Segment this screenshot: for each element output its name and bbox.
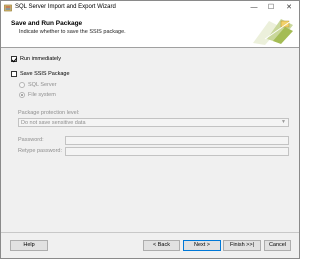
save-ssis-package-label: Save SSIS Package	[20, 71, 70, 77]
file-system-radio[interactable]	[19, 92, 25, 98]
sql-server-app-icon	[4, 4, 12, 12]
title-bar: SQL Server Import and Export Wizard — ☐ …	[1, 1, 299, 15]
save-ssis-package-checkbox[interactable]	[11, 71, 17, 77]
next-button[interactable]: Next >	[183, 240, 221, 251]
page-subtitle: Indicate whether to save the SSIS packag…	[19, 29, 126, 35]
sql-server-label: SQL Server	[28, 82, 57, 88]
minimize-button[interactable]: —	[246, 1, 262, 15]
maximize-button[interactable]: ☐	[263, 1, 279, 15]
window-title: SQL Server Import and Export Wizard	[15, 4, 116, 10]
back-button[interactable]: < Back	[143, 240, 180, 251]
password-label: Password:	[18, 137, 44, 143]
finish-button[interactable]: Finish >>|	[223, 240, 261, 251]
protection-level-dropdown[interactable]: Do not save sensitive data ▼	[18, 118, 289, 127]
protection-level-label: Package protection level:	[18, 110, 80, 116]
help-button[interactable]: Help	[10, 240, 48, 251]
chevron-down-icon: ▼	[281, 119, 286, 125]
close-button[interactable]: ✕	[281, 1, 297, 15]
footer-divider	[1, 232, 299, 233]
sql-server-radio[interactable]	[19, 82, 25, 88]
wizard-window: SQL Server Import and Export Wizard — ☐ …	[0, 0, 300, 259]
file-system-label: File system	[28, 92, 56, 98]
run-immediately-checkbox[interactable]	[11, 56, 17, 62]
cancel-button[interactable]: Cancel	[264, 240, 291, 251]
retype-password-label: Retype password:	[18, 148, 63, 154]
page-title: Save and Run Package	[11, 20, 83, 27]
run-immediately-label: Run immediately	[20, 56, 61, 62]
wizard-graphic-icon	[253, 19, 293, 45]
password-field[interactable]	[65, 136, 289, 145]
retype-password-field[interactable]	[65, 147, 289, 156]
wizard-header: Save and Run Package Indicate whether to…	[1, 15, 299, 48]
protection-level-value: Do not save sensitive data	[21, 120, 86, 126]
